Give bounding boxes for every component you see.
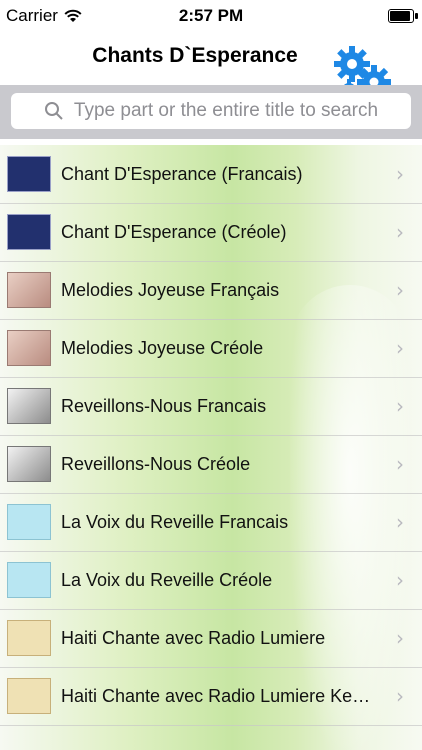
- list-item[interactable]: Haiti Chante avec Radio Lumiere Ke… ›: [0, 667, 422, 726]
- chevron-right-icon: ›: [396, 626, 404, 650]
- list-item-label: Reveillons-Nous Créole: [61, 453, 251, 474]
- chevron-right-icon: ›: [396, 394, 404, 418]
- songbook-list: Chant D'Esperance (Francais) › Chant D'Esp…: [0, 145, 422, 750]
- chevron-right-icon: ›: [396, 568, 404, 592]
- list-item-label: Chant D'Esperance (Francais): [61, 163, 303, 184]
- chevron-right-icon: ›: [396, 162, 404, 186]
- list-item[interactable]: Haiti Chante avec Radio Lumiere ›: [0, 609, 422, 668]
- list-item[interactable]: Reveillons-Nous Créole ›: [0, 435, 422, 494]
- search-placeholder: Type part or the entire title to search: [73, 100, 379, 121]
- list-item[interactable]: Reveillons-Nous Francais ›: [0, 377, 422, 436]
- list-item-label: La Voix du Reveille Créole: [61, 569, 273, 590]
- list-item-label: Melodies Joyeuse Français: [61, 279, 280, 300]
- list-item-label: Melodies Joyeuse Créole: [61, 337, 264, 358]
- navigation-bar: Chants D`Esperance: [0, 30, 422, 101]
- chevron-right-icon: ›: [396, 220, 404, 244]
- list-item-label: Haiti Chante avec Radio Lumiere: [61, 627, 326, 648]
- list-item-label: Chant D'Esperance (Créole): [61, 221, 287, 242]
- search-input[interactable]: Type part or the entire title to search: [11, 93, 411, 129]
- status-time: 2:57 PM: [178, 6, 244, 25]
- book-cover-thumbnail: [7, 504, 51, 540]
- list-item-label: La Voix du Reveille Francais: [61, 511, 289, 532]
- book-cover-thumbnail: [7, 272, 51, 308]
- list-item[interactable]: La Voix du Reveille Créole ›: [0, 551, 422, 610]
- list-item[interactable]: Melodies Joyeuse Français ›: [0, 261, 422, 320]
- book-cover-thumbnail: [7, 620, 51, 656]
- chevron-right-icon: ›: [396, 510, 404, 534]
- chevron-right-icon: ›: [396, 336, 404, 360]
- status-bar: Carrier 2:57 PM: [0, 0, 422, 30]
- list-item-label: Haiti Chante avec Radio Lumiere Ke…: [61, 685, 371, 706]
- list-item[interactable]: Melodies Joyeuse Créole ›: [0, 319, 422, 378]
- list-item[interactable]: La Voix du Reveille Francais ›: [0, 493, 422, 552]
- book-cover-thumbnail: [7, 388, 51, 424]
- chevron-right-icon: ›: [396, 452, 404, 476]
- book-cover-thumbnail: [7, 446, 51, 482]
- chevron-right-icon: ›: [396, 684, 404, 708]
- list-item[interactable]: Chant D'Esperance (Créole) ›: [0, 203, 422, 262]
- list-item-label: Reveillons-Nous Francais: [61, 395, 267, 416]
- search-bar: Type part or the entire title to search: [0, 85, 422, 139]
- book-cover-thumbnail: [7, 562, 51, 598]
- battery-icon: [388, 9, 418, 23]
- book-cover-thumbnail: [7, 156, 51, 192]
- book-cover-thumbnail: [7, 678, 51, 714]
- book-cover-thumbnail: [7, 214, 51, 250]
- chevron-right-icon: ›: [396, 278, 404, 302]
- search-icon: [44, 102, 63, 120]
- list-item[interactable]: Chant D'Esperance (Francais) ›: [0, 145, 422, 204]
- book-cover-thumbnail: [7, 330, 51, 366]
